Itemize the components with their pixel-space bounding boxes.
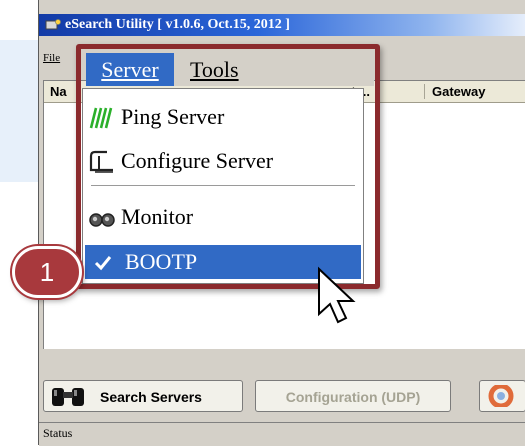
search-servers-button[interactable]: Search Servers [43, 380, 243, 412]
column-header-gateway[interactable]: Gateway [432, 81, 485, 102]
column-header-name[interactable]: Na [50, 81, 67, 102]
title-bar: eSearch Utility [ v1.0.6, Oct.15, 2012 ] [39, 14, 525, 36]
binoculars-icon [49, 386, 89, 419]
column-separator[interactable] [424, 84, 425, 99]
mouse-pointer-icon [316, 266, 356, 333]
web-button[interactable] [479, 380, 525, 412]
menu-file[interactable]: File [43, 50, 60, 66]
configuration-udp-button[interactable]: Configuration (UDP) [255, 380, 451, 412]
step-badge: 1 [12, 246, 82, 298]
status-bar: Status [39, 422, 525, 446]
highlight-frame [76, 44, 380, 289]
toolbar: Search Servers Configuration (UDP) [39, 370, 525, 422]
app-icon [45, 18, 61, 40]
browser-icon [488, 383, 514, 418]
search-servers-label: Search Servers [100, 389, 202, 405]
window-title: eSearch Utility [ v1.0.6, Oct.15, 2012 ] [65, 17, 290, 32]
